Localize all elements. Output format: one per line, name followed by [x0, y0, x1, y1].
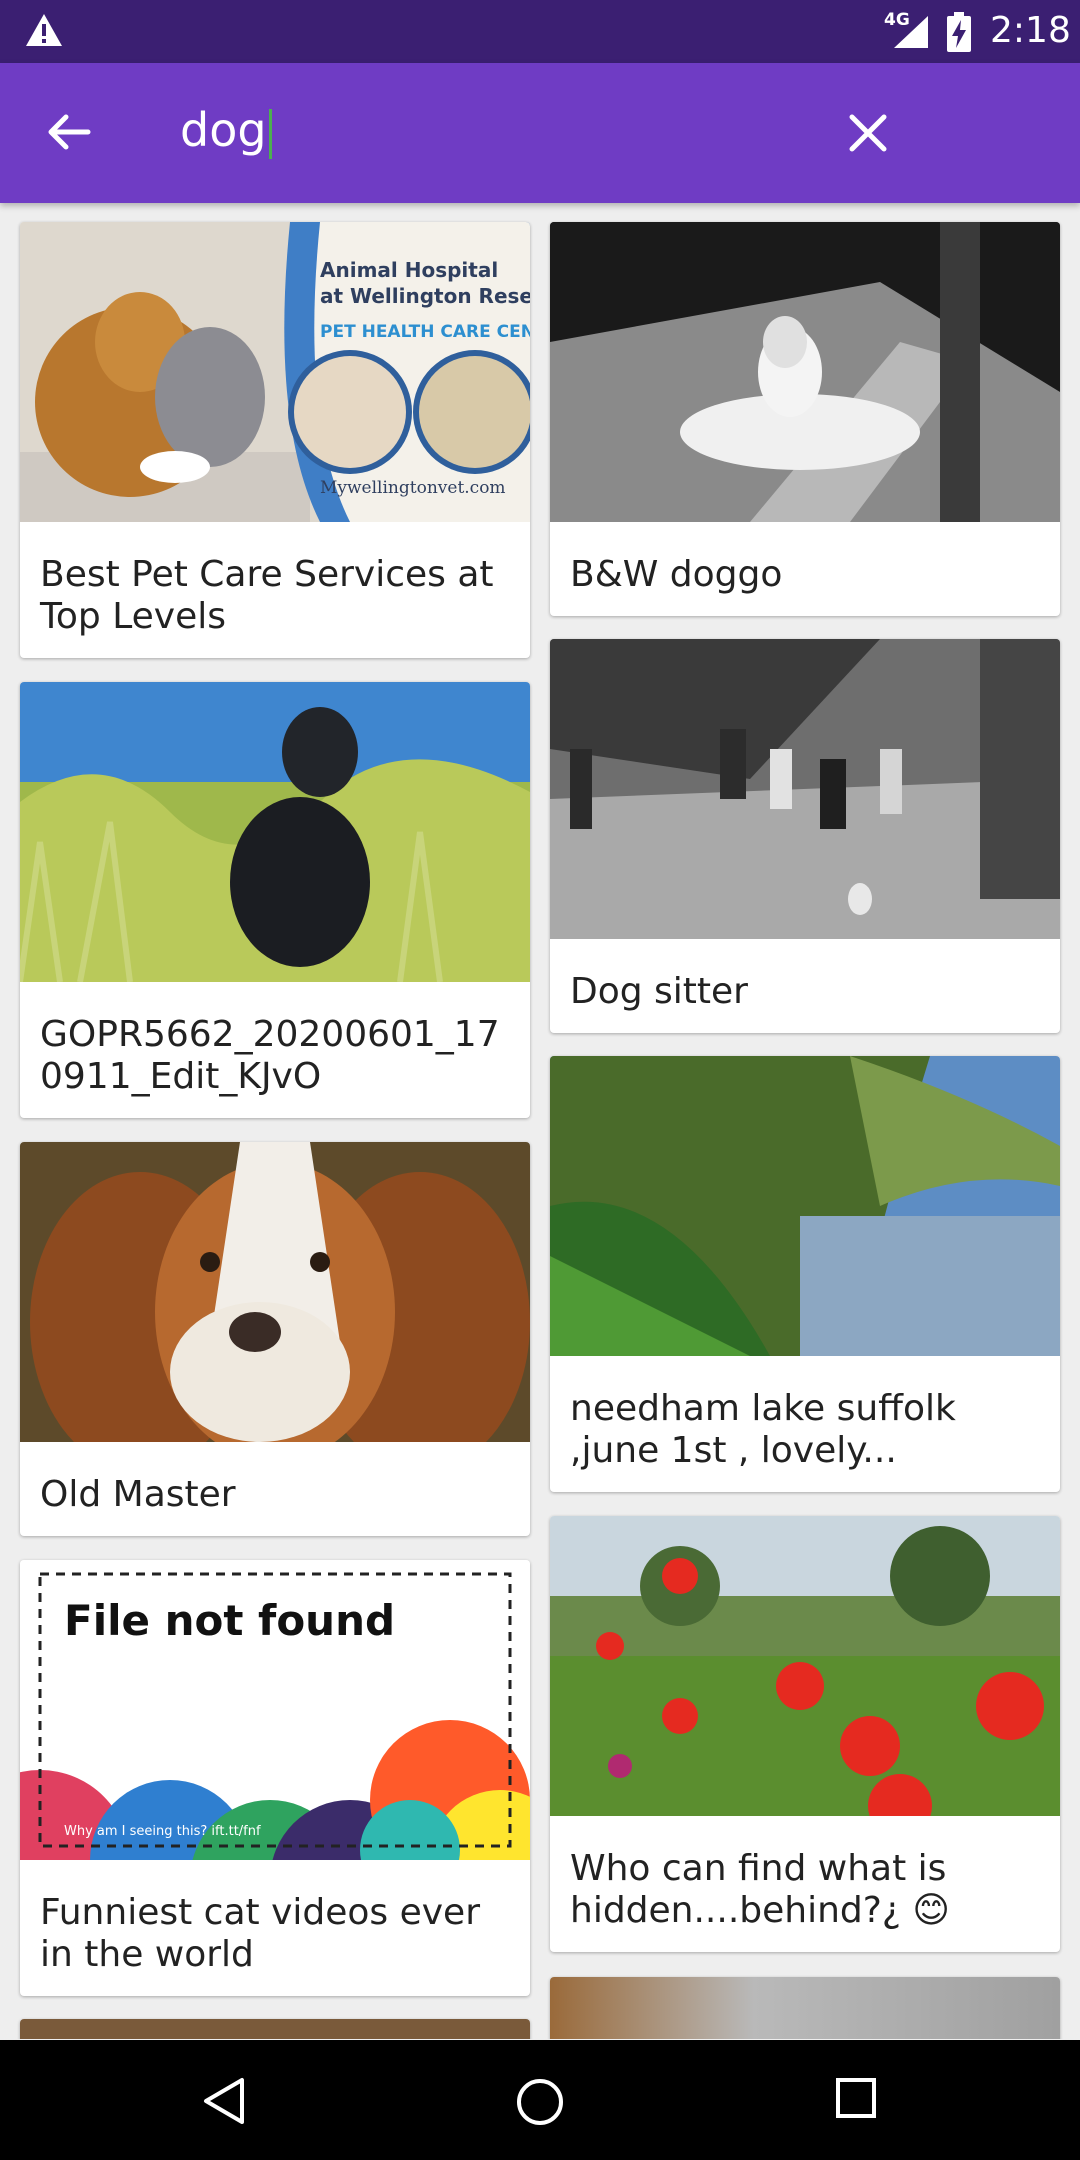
recents-nav-icon[interactable]	[834, 2076, 878, 2120]
result-card[interactable]: Who can find what is hidden....behind?¿ …	[550, 1516, 1060, 1952]
result-thumbnail	[550, 1516, 1060, 1816]
result-title: B&W doggo	[570, 554, 783, 595]
result-thumbnail	[20, 2019, 530, 2039]
search-app-bar: dog	[0, 63, 1080, 203]
result-card[interactable]: GOPR5662_20200601_170911_Edit_KJvO	[20, 682, 530, 1118]
result-thumbnail	[550, 222, 1060, 522]
battery-charging-icon	[947, 12, 971, 52]
result-thumbnail	[550, 1056, 1060, 1356]
home-nav-icon[interactable]	[514, 2076, 566, 2128]
result-card[interactable]: File not found Why am I seeing this? ift…	[20, 1560, 530, 1996]
result-thumbnail	[20, 682, 530, 982]
result-title: Dog sitter	[570, 971, 748, 1012]
close-icon[interactable]	[844, 109, 892, 157]
result-thumbnail	[20, 1142, 530, 1442]
result-card-partial[interactable]	[550, 1977, 1060, 2039]
image-text-location: at Wellington Reserve	[320, 284, 530, 308]
result-thumbnail: File not found Why am I seeing this? ift…	[20, 1560, 530, 1860]
result-title: needham lake suffolk ,june 1st , lovely.…	[570, 1388, 956, 1471]
image-text-url: Mywellingtonvet.com	[320, 478, 506, 498]
results-grid: Animal Hospital at Wellington Reserve PE…	[0, 203, 1080, 2039]
status-bar: 4G 2:18	[0, 0, 1080, 63]
back-nav-icon[interactable]	[200, 2076, 250, 2126]
warning-icon	[26, 14, 62, 46]
network-type: 4G	[884, 10, 910, 30]
back-arrow-icon[interactable]	[42, 105, 96, 159]
result-card-partial[interactable]	[20, 2019, 530, 2039]
result-card[interactable]: B&W doggo	[550, 222, 1060, 616]
result-card[interactable]: needham lake suffolk ,june 1st , lovely.…	[550, 1056, 1060, 1492]
result-card[interactable]: Old Master	[20, 1142, 530, 1536]
clock: 2:18	[990, 10, 1071, 51]
search-query-text: dog	[180, 103, 267, 157]
result-thumbnail	[550, 639, 1060, 939]
result-thumbnail: Animal Hospital at Wellington Reserve PE…	[20, 222, 530, 522]
image-text-why: Why am I seeing this? ift.tt/fnf	[64, 1824, 261, 1839]
result-thumbnail	[550, 1977, 1060, 2039]
result-title: Best Pet Care Services at Top Levels	[40, 554, 494, 637]
result-title: Who can find what is hidden....behind?¿ …	[570, 1848, 950, 1931]
result-title: Funniest cat videos ever in the world	[40, 1892, 480, 1975]
image-text-hospital: Animal Hospital	[320, 258, 499, 282]
result-title: Old Master	[40, 1474, 236, 1515]
result-card[interactable]: Animal Hospital at Wellington Reserve PE…	[20, 222, 530, 658]
text-cursor	[268, 108, 272, 159]
image-text-center: PET HEALTH CARE CENTER	[320, 322, 530, 342]
result-card[interactable]: Dog sitter	[550, 639, 1060, 1033]
result-title: GOPR5662_20200601_170911_Edit_KJvO	[40, 1014, 500, 1097]
search-input[interactable]: dog	[180, 103, 272, 159]
system-navigation-bar	[0, 2040, 1080, 2160]
image-text-file-not-found: File not found	[64, 1596, 396, 1645]
